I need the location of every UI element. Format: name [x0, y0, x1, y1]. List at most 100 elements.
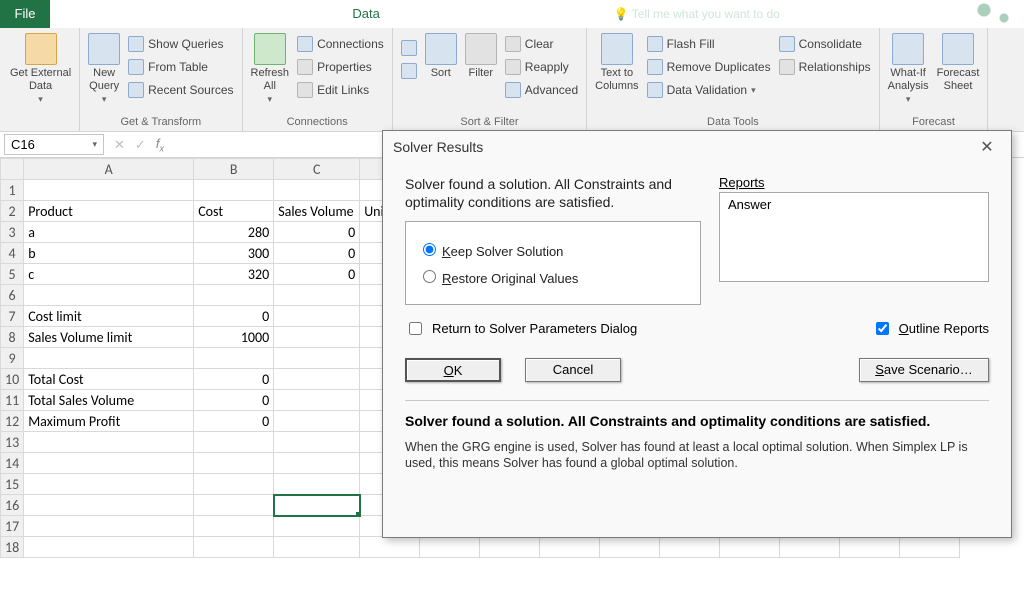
- cell-C5[interactable]: 0: [274, 264, 360, 285]
- properties-button[interactable]: Properties: [295, 56, 386, 78]
- cell-A8[interactable]: Sales Volume limit: [24, 327, 194, 348]
- cell-D18[interactable]: [360, 537, 420, 558]
- cell-C13[interactable]: [274, 432, 360, 453]
- cell-A1[interactable]: [24, 180, 194, 201]
- row-header-8[interactable]: 8: [1, 327, 24, 348]
- row-header-12[interactable]: 12: [1, 411, 24, 432]
- row-header-6[interactable]: 6: [1, 285, 24, 306]
- tell-me[interactable]: 💡 Tell me what you want to do: [614, 7, 780, 21]
- cell-B3[interactable]: 280: [194, 222, 274, 243]
- tab-file[interactable]: File: [0, 0, 50, 28]
- keep-solution-radio[interactable]: Keep Solver Solution: [418, 240, 688, 259]
- ok-button[interactable]: OK: [405, 358, 501, 382]
- row-header-3[interactable]: 3: [1, 222, 24, 243]
- cell-K18[interactable]: [780, 537, 840, 558]
- cell-L18[interactable]: [840, 537, 900, 558]
- row-header-1[interactable]: 1: [1, 180, 24, 201]
- tab-view[interactable]: View: [459, 0, 511, 28]
- cell-C6[interactable]: [274, 285, 360, 306]
- cell-A4[interactable]: b: [24, 243, 194, 264]
- cell-M18[interactable]: [900, 537, 960, 558]
- name-box[interactable]: C16▾: [4, 134, 104, 155]
- cell-B6[interactable]: [194, 285, 274, 306]
- cell-A12[interactable]: Maximum Profit: [24, 411, 194, 432]
- cell-C3[interactable]: 0: [274, 222, 360, 243]
- row-header-16[interactable]: 16: [1, 495, 24, 516]
- tab-home[interactable]: Home: [50, 0, 109, 28]
- get-external-data-button[interactable]: Get External Data▾: [6, 31, 75, 108]
- show-queries-button[interactable]: Show Queries: [126, 33, 235, 55]
- consolidate-button[interactable]: Consolidate: [777, 33, 873, 55]
- edit-links-button[interactable]: Edit Links: [295, 79, 386, 101]
- row-header-14[interactable]: 14: [1, 453, 24, 474]
- cell-B9[interactable]: [194, 348, 274, 369]
- recent-sources-button[interactable]: Recent Sources: [126, 79, 235, 101]
- refresh-all-button[interactable]: Refresh All▾: [247, 31, 294, 108]
- tab-data[interactable]: Data: [340, 0, 391, 28]
- cell-A6[interactable]: [24, 285, 194, 306]
- col-header-B[interactable]: B: [194, 159, 274, 180]
- cell-C7[interactable]: [274, 306, 360, 327]
- cancel-formula-icon[interactable]: ✕: [114, 137, 125, 153]
- col-header-C[interactable]: C: [274, 159, 360, 180]
- enter-formula-icon[interactable]: ✓: [135, 137, 146, 153]
- cell-H18[interactable]: [600, 537, 660, 558]
- tab-review[interactable]: Review: [392, 0, 459, 28]
- cell-C14[interactable]: [274, 453, 360, 474]
- cell-A18[interactable]: [24, 537, 194, 558]
- cell-A11[interactable]: Total Sales Volume: [24, 390, 194, 411]
- report-answer[interactable]: Answer: [728, 197, 980, 212]
- cell-G18[interactable]: [540, 537, 600, 558]
- fx-icon[interactable]: fx: [156, 136, 164, 154]
- cell-B8[interactable]: 1000: [194, 327, 274, 348]
- tab-page-layout[interactable]: Page Layout: [165, 0, 262, 28]
- cell-B11[interactable]: 0: [194, 390, 274, 411]
- whatif-button[interactable]: What-If Analysis▾: [884, 31, 933, 108]
- row-header-10[interactable]: 10: [1, 369, 24, 390]
- cell-I18[interactable]: [660, 537, 720, 558]
- cell-C18[interactable]: [274, 537, 360, 558]
- cell-A13[interactable]: [24, 432, 194, 453]
- flash-fill-button[interactable]: Flash Fill: [645, 33, 773, 55]
- cell-B13[interactable]: [194, 432, 274, 453]
- cell-B2[interactable]: Cost: [194, 201, 274, 222]
- cell-A17[interactable]: [24, 516, 194, 537]
- row-header-17[interactable]: 17: [1, 516, 24, 537]
- row-header-15[interactable]: 15: [1, 474, 24, 495]
- cell-B7[interactable]: 0: [194, 306, 274, 327]
- text-to-columns-button[interactable]: Text to Columns: [591, 31, 642, 95]
- row-header-9[interactable]: 9: [1, 348, 24, 369]
- return-to-parameters-checkbox[interactable]: Return to Solver Parameters Dialog: [405, 319, 637, 338]
- sort-button[interactable]: Sort: [421, 31, 461, 82]
- cell-B17[interactable]: [194, 516, 274, 537]
- remove-duplicates-button[interactable]: Remove Duplicates: [645, 56, 773, 78]
- data-validation-button[interactable]: Data Validation ▾: [645, 79, 773, 101]
- cell-C12[interactable]: [274, 411, 360, 432]
- cell-J18[interactable]: [720, 537, 780, 558]
- cell-A2[interactable]: Product: [24, 201, 194, 222]
- cell-B4[interactable]: 300: [194, 243, 274, 264]
- tab-insert[interactable]: Insert: [109, 0, 166, 28]
- cell-B12[interactable]: 0: [194, 411, 274, 432]
- cell-A10[interactable]: Total Cost: [24, 369, 194, 390]
- tab-formulas[interactable]: Formulas: [262, 0, 340, 28]
- row-header-11[interactable]: 11: [1, 390, 24, 411]
- cell-A7[interactable]: Cost limit: [24, 306, 194, 327]
- relationships-button[interactable]: Relationships: [777, 56, 873, 78]
- cell-C17[interactable]: [274, 516, 360, 537]
- cell-A15[interactable]: [24, 474, 194, 495]
- cell-C8[interactable]: [274, 327, 360, 348]
- select-all-cell[interactable]: [1, 159, 24, 180]
- connections-button[interactable]: Connections: [295, 33, 386, 55]
- cell-C11[interactable]: [274, 390, 360, 411]
- cell-C10[interactable]: [274, 369, 360, 390]
- cell-A16[interactable]: [24, 495, 194, 516]
- cell-F18[interactable]: [480, 537, 540, 558]
- reapply-button[interactable]: Reapply: [503, 56, 580, 78]
- cell-C1[interactable]: [274, 180, 360, 201]
- cell-B16[interactable]: [194, 495, 274, 516]
- clear-button[interactable]: Clear: [503, 33, 580, 55]
- cell-B15[interactable]: [194, 474, 274, 495]
- cell-B14[interactable]: [194, 453, 274, 474]
- forecast-button[interactable]: Forecast Sheet: [933, 31, 984, 95]
